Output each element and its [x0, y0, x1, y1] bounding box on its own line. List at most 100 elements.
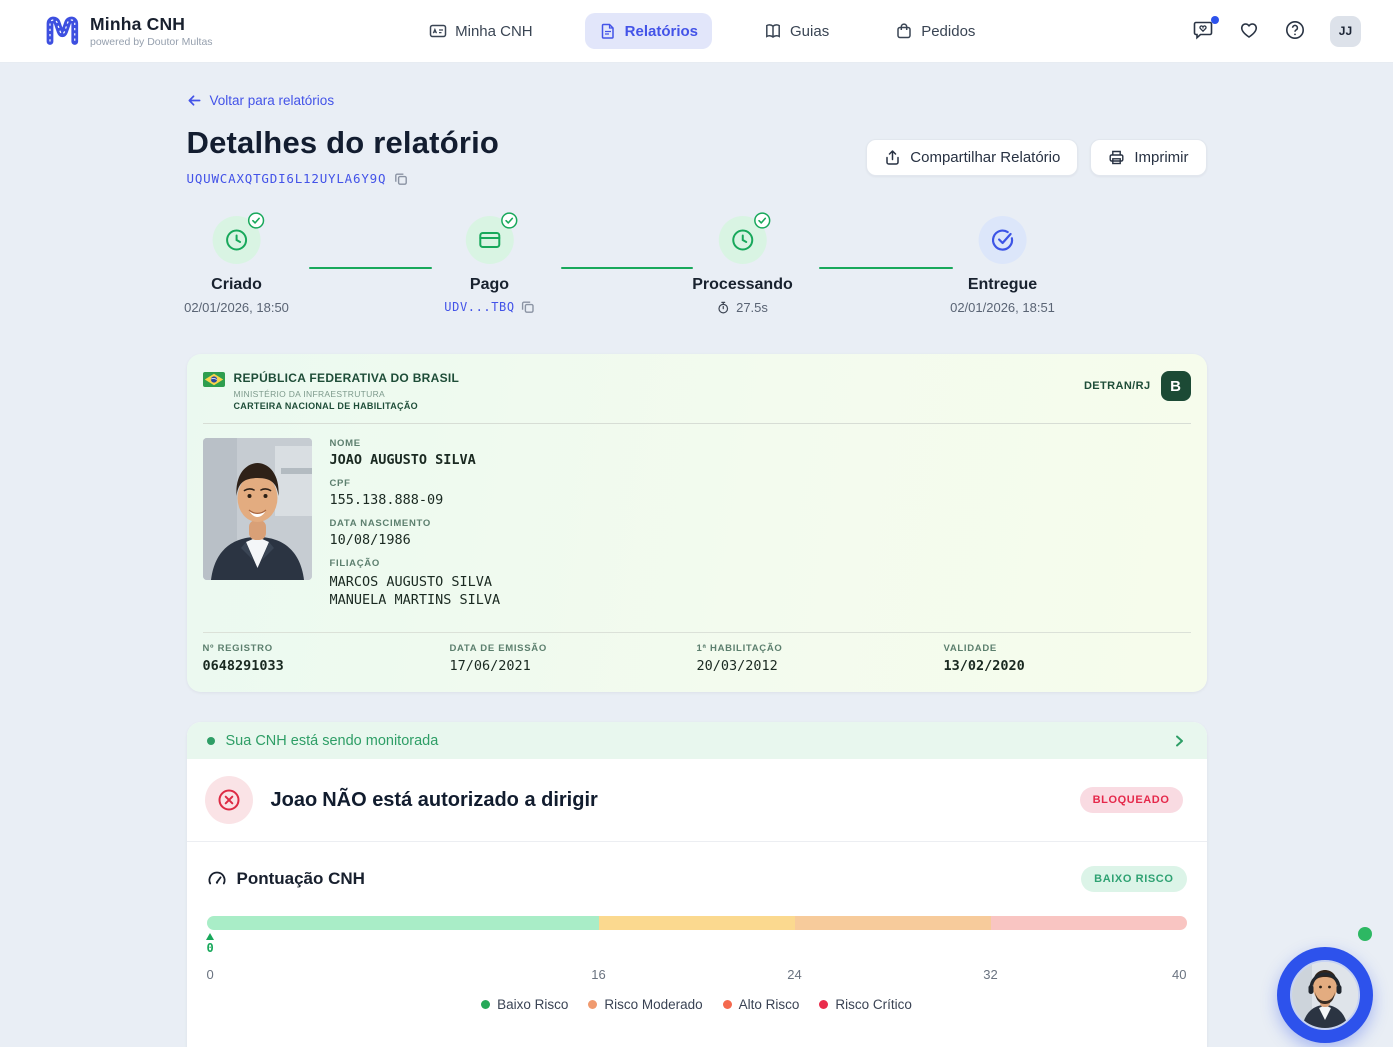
- scale-tick: 0: [207, 967, 214, 982]
- driver-cpf: 155.138.888-09: [330, 492, 501, 508]
- scale-tick: 24: [787, 967, 801, 982]
- monitoring-text: Sua CNH está sendo monitorada: [226, 733, 1160, 749]
- help-button[interactable]: [1284, 19, 1308, 43]
- cnh-score-section: Pontuação CNH BAIXO RISCO 0 0 16 24 32 40 Ba…: [187, 841, 1207, 1032]
- credit-card-icon: [476, 227, 502, 253]
- step-connector: [561, 267, 693, 269]
- support-agent-avatar: [1290, 960, 1360, 1030]
- chevron-right-icon[interactable]: [1171, 733, 1187, 749]
- report-detail-page: Voltar para relatórios Detalhes do relat…: [187, 63, 1207, 1047]
- risk-bar-segment: [991, 916, 1187, 930]
- step-label: Entregue: [968, 276, 1037, 294]
- printer-icon: [1108, 149, 1125, 166]
- scale-tick: 16: [591, 967, 605, 982]
- legend-label: Risco Crítico: [835, 997, 912, 1012]
- cnh-document-card: REPÚBLICA FEDERATIVA DO BRASIL MINISTÉRI…: [187, 354, 1207, 692]
- risk-bar-segment: [599, 916, 795, 930]
- nav-item-pedidos[interactable]: Pedidos: [881, 13, 989, 49]
- back-link[interactable]: Voltar para relatórios: [187, 93, 335, 108]
- print-button[interactable]: Imprimir: [1090, 139, 1206, 176]
- gauge-icon: [207, 869, 227, 889]
- copy-report-id-button[interactable]: [394, 172, 408, 186]
- score-marker-value: 0: [207, 941, 214, 955]
- support-video-button[interactable]: [1277, 947, 1373, 1043]
- legend-label: Risco Moderado: [604, 997, 702, 1012]
- field-label: FILIAÇÃO: [330, 558, 501, 569]
- document-icon: [599, 22, 617, 40]
- step-detail: 02/01/2026, 18:51: [950, 300, 1055, 315]
- book-icon: [764, 22, 782, 40]
- payment-id: UDV...TBQ: [444, 300, 514, 314]
- share-icon: [884, 149, 901, 166]
- score-title: Pontuação CNH: [237, 869, 365, 889]
- cnh-ministry: MINISTÉRIO DA INFRAESTRUTURA: [234, 389, 460, 399]
- brazil-flag-icon: [203, 372, 225, 387]
- risk-level-badge: BAIXO RISCO: [1081, 866, 1186, 892]
- clock-icon: [223, 227, 249, 253]
- legend-item: Alto Risco: [723, 997, 800, 1012]
- legend-item: Baixo Risco: [481, 997, 568, 1012]
- notification-dot: [1211, 16, 1219, 24]
- order-progress-steps: Criado 02/01/2026, 18:50 Pago UDV...TBQ: [187, 216, 1207, 328]
- back-link-label: Voltar para relatórios: [210, 93, 335, 108]
- brand[interactable]: Minha CNH powered by Doutor Multas: [44, 13, 213, 49]
- nav-item-guias[interactable]: Guias: [750, 13, 843, 49]
- processing-duration: 27.5s: [736, 300, 768, 315]
- copy-icon: [521, 300, 535, 314]
- scale-tick: 40: [1172, 967, 1186, 982]
- check-circle-icon: [989, 227, 1015, 253]
- filiation-mother: MANUELA MARTINS SILVA: [330, 592, 501, 608]
- favorites-button[interactable]: [1238, 19, 1262, 43]
- minha-cnh-logo-icon: [44, 13, 80, 49]
- risk-bar-segment: [795, 916, 991, 930]
- status-badge: BLOQUEADO: [1080, 787, 1183, 813]
- driver-birthdate: 10/08/1986: [330, 532, 501, 548]
- field-label: 1ª HABILITAÇÃO: [697, 643, 944, 654]
- driving-status-alert: JoaoNÃO está autorizado a dirigir BLOQUE…: [187, 759, 1207, 841]
- step-connector: [309, 267, 432, 269]
- arrow-left-icon: [187, 93, 202, 108]
- feedback-button[interactable]: [1192, 19, 1216, 43]
- copy-payment-id-button[interactable]: [521, 300, 535, 314]
- legend-dot-icon: [723, 1000, 732, 1009]
- nav-label: Pedidos: [921, 23, 975, 40]
- filiation-father: MARCOS AUGUSTO SILVA: [330, 574, 501, 590]
- nav-label: Minha CNH: [455, 23, 533, 40]
- nav-item-minha-cnh[interactable]: Minha CNH: [415, 13, 547, 49]
- risk-scale: 0 16 24 32 40: [207, 967, 1187, 983]
- risk-bar-segment: [207, 916, 599, 930]
- risk-bar: [207, 916, 1187, 930]
- support-video-widget[interactable]: [1277, 927, 1373, 1043]
- check-badge-icon: [247, 212, 264, 229]
- brand-name: Minha CNH: [90, 14, 213, 35]
- user-avatar[interactable]: JJ: [1330, 16, 1361, 47]
- stopwatch-icon: [717, 301, 730, 314]
- monitoring-banner[interactable]: Sua CNH está sendo monitorada: [187, 722, 1207, 759]
- first-license-date: 20/03/2012: [697, 658, 944, 674]
- cnh-country: REPÚBLICA FEDERATIVA DO BRASIL: [234, 371, 460, 385]
- chat-heart-icon: [1192, 19, 1214, 41]
- clock-icon: [729, 227, 755, 253]
- nav-item-relatorios[interactable]: Relatórios: [585, 13, 712, 49]
- cnh-footer-fields: Nº REGISTRO 0648291033 DATA DE EMISSÃO 1…: [203, 632, 1191, 692]
- scale-tick: 32: [983, 967, 997, 982]
- id-card-icon: [429, 22, 447, 40]
- step-label: Criado: [211, 276, 262, 294]
- share-report-button[interactable]: Compartilhar Relatório: [866, 139, 1078, 176]
- report-result-card: Sua CNH está sendo monitorada JoaoNÃO es…: [187, 722, 1207, 1047]
- driving-status-message: JoaoNÃO está autorizado a dirigir: [271, 789, 1062, 812]
- expiry-date: 13/02/2020: [944, 658, 1191, 674]
- marker-triangle-icon: [206, 933, 214, 940]
- registry-number: 0648291033: [203, 658, 450, 674]
- heart-icon: [1238, 19, 1260, 41]
- page-title: Detalhes do relatório: [187, 125, 500, 161]
- issue-date: 17/06/2021: [450, 658, 697, 674]
- cnh-document-title: CARTEIRA NACIONAL DE HABILITAÇÃO: [234, 401, 460, 411]
- score-marker: 0: [207, 933, 214, 955]
- legend-dot-icon: [588, 1000, 597, 1009]
- step-criado: Criado 02/01/2026, 18:50: [184, 216, 289, 315]
- report-id: UQUWCAXQTGDI6L12UYLA6Y9Q: [187, 171, 387, 186]
- print-button-label: Imprimir: [1134, 149, 1188, 166]
- cnh-category-badge: B: [1161, 371, 1191, 401]
- copy-icon: [394, 172, 408, 186]
